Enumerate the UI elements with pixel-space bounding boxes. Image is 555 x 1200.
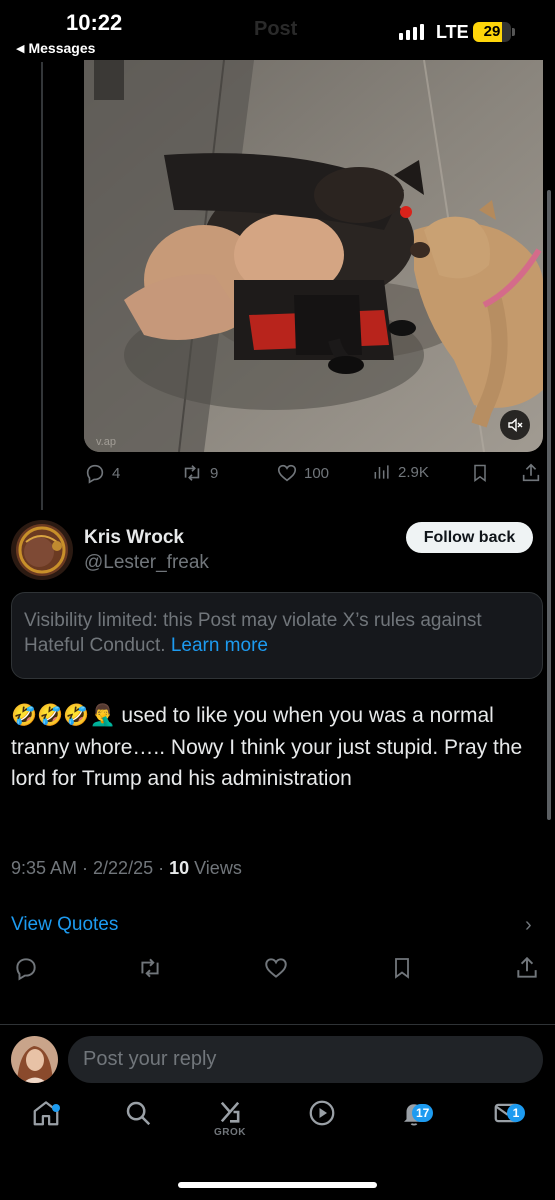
messages-badge: 1 [507, 1104, 525, 1122]
bottom-tab-bar: GROK 17 1 [0, 1098, 555, 1158]
post-metadata: 9:35 AM · 2/22/25 · 10 Views [11, 858, 242, 879]
avatar-image [11, 520, 73, 580]
mute-toggle-button[interactable] [500, 410, 530, 440]
video-frame: v.ap [84, 60, 543, 452]
search-icon [126, 1101, 151, 1126]
home-new-dot [52, 1104, 60, 1112]
learn-more-link[interactable]: Learn more [171, 635, 268, 656]
views-label: Views [189, 858, 242, 878]
reply-button[interactable] [13, 955, 39, 986]
back-app-label: Messages [28, 40, 96, 56]
reply-emoji: 🤣🤣🤣🤦‍♂️ [11, 704, 116, 727]
reply-author-name[interactable]: Kris Wrock [84, 527, 184, 549]
analytics-icon [374, 465, 389, 479]
like-count: 100 [304, 464, 330, 482]
composer-divider [0, 1024, 555, 1025]
share-icon [522, 463, 540, 482]
chevron-right-icon: › [525, 914, 532, 936]
bookmark-action[interactable] [470, 462, 490, 484]
tab-home[interactable] [26, 1098, 66, 1152]
bookmark-button[interactable] [390, 955, 414, 986]
back-to-app-link[interactable]: ◀ Messages [16, 40, 95, 56]
home-indicator[interactable] [178, 1182, 377, 1188]
header-title: Post [254, 18, 298, 40]
post-action-bar: 4 9 100 2.9K [84, 462, 543, 488]
views-action[interactable]: 2.9K [372, 462, 429, 482]
view-count: 2.9K [398, 463, 429, 481]
grok-icon [220, 1101, 240, 1123]
reply-icon [86, 464, 104, 484]
reply-action[interactable]: 4 [84, 462, 120, 484]
tab-grok[interactable]: GROK [210, 1098, 250, 1152]
heart-icon [277, 464, 297, 482]
like-action[interactable]: 100 [276, 462, 329, 484]
battery-level: 29 [483, 23, 501, 40]
back-arrow-icon: ◀ [16, 42, 25, 55]
heart-icon [265, 958, 287, 978]
bookmark-icon [474, 464, 486, 482]
views-count: 10 [169, 858, 190, 878]
repost-action[interactable]: 9 [180, 462, 218, 484]
avatar[interactable] [11, 520, 73, 580]
video-watermark: v.ap [96, 436, 116, 448]
network-label: LTE [436, 22, 469, 42]
like-button[interactable] [263, 955, 289, 986]
battery-icon: 29 [473, 22, 511, 42]
tab-search[interactable] [118, 1098, 158, 1152]
share-action[interactable] [520, 462, 542, 484]
reply-action-bar [0, 955, 555, 985]
follow-back-button[interactable]: Follow back [406, 522, 533, 553]
current-user-avatar-image [11, 1036, 58, 1083]
battery-cap [512, 28, 515, 36]
scrollbar[interactable] [547, 190, 551, 820]
reply-icon [16, 958, 36, 981]
share-icon [517, 956, 537, 978]
reply-input[interactable] [68, 1036, 543, 1083]
thread-line [41, 62, 43, 510]
view-quotes-link[interactable]: View Quotes [11, 914, 118, 936]
bookmark-icon [395, 958, 409, 979]
reply-count: 4 [112, 464, 121, 482]
reply-author-handle[interactable]: @Lester_freak [84, 552, 209, 574]
repost-icon [141, 958, 159, 978]
clock: 10:22 [66, 10, 123, 35]
cellular-signal-icon [399, 24, 424, 40]
post-timestamp[interactable]: 9:35 AM · 2/22/25 · [11, 858, 169, 878]
post-video[interactable]: v.ap [84, 60, 543, 452]
grok-label: GROK [214, 1127, 246, 1138]
tab-video[interactable] [302, 1098, 342, 1152]
visibility-notice: Visibility limited: this Post may violat… [11, 592, 543, 679]
current-user-avatar[interactable] [11, 1036, 58, 1083]
tab-messages[interactable]: 1 [487, 1098, 527, 1152]
speaker-mute-icon [508, 417, 523, 433]
play-icon [309, 1100, 335, 1126]
repost-button[interactable] [136, 955, 164, 986]
notifications-badge: 17 [412, 1104, 434, 1122]
repost-icon [184, 465, 200, 481]
tab-notifications[interactable]: 17 [394, 1098, 434, 1152]
repost-count: 9 [210, 464, 219, 482]
status-bar: 10:22 ◀ Messages Post LTE 29 [0, 0, 555, 62]
share-button[interactable] [514, 955, 540, 986]
reply-body: 🤣🤣🤣🤦‍♂️ used to like you when you was a … [11, 700, 543, 795]
home-icon [33, 1101, 59, 1126]
